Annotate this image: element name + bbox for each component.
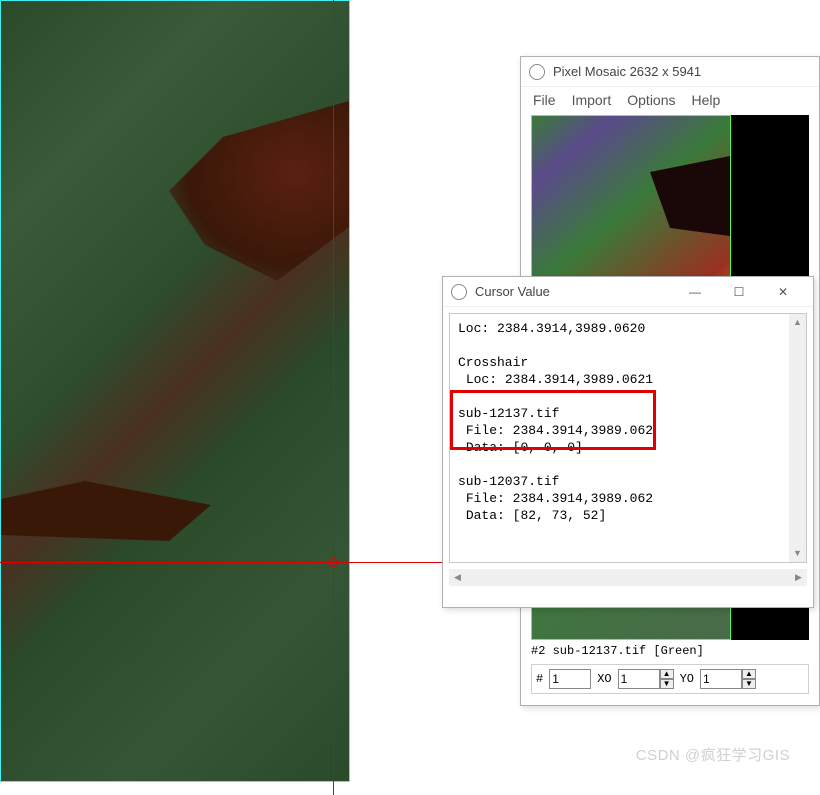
file1-data-label: Data: [466,440,505,455]
scroll-down-icon[interactable]: ▼ [789,545,806,562]
vertical-scrollbar[interactable]: ▲ ▼ [789,314,806,562]
watermark: CSDN @疯狂学习GIS [636,744,790,765]
app-icon [529,64,545,80]
mosaic-menubar: File Import Options Help [521,87,819,113]
hash-spinner[interactable] [549,669,591,689]
hash-label: # [536,672,543,686]
loc-label: Loc: [458,321,489,336]
file2-file-value: 2384.3914,3989.062 [513,491,653,506]
crosshair-loc-value: 2384.3914,3989.0621 [505,372,653,387]
file2-data-label: Data: [466,508,505,523]
main-image-viewport[interactable] [0,0,350,782]
menu-help[interactable]: Help [692,92,721,108]
crosshair-vertical [333,0,334,795]
app-icon [451,284,467,300]
yo-input[interactable] [700,669,742,689]
menu-file[interactable]: File [533,92,556,108]
menu-options[interactable]: Options [627,92,675,108]
mosaic-title: Pixel Mosaic 2632 x 5941 [553,64,701,79]
horizontal-scrollbar[interactable]: ◀ ▶ [449,569,807,586]
water-region [169,101,349,281]
xo-input[interactable] [618,669,660,689]
loc-value: 2384.3914,3989.0620 [497,321,645,336]
yo-spinner[interactable]: ▲▼ [700,669,756,689]
mosaic-info-line: #2 sub-12137.tif [Green] [531,644,809,658]
file1-name: sub-12137.tif [458,406,559,421]
file1-file-value: 2384.3914,3989.062 [513,423,653,438]
file2-name: sub-12037.tif [458,474,559,489]
window-controls: — ☐ ✕ [673,278,805,306]
down-arrow-icon[interactable]: ▼ [660,679,674,689]
minimize-button[interactable]: — [673,278,717,306]
scroll-left-icon[interactable]: ◀ [449,569,466,586]
maximize-button[interactable]: ☐ [717,278,761,306]
cursor-title: Cursor Value [475,284,550,299]
file1-file-label: File: [466,423,505,438]
scroll-right-icon[interactable]: ▶ [790,569,807,586]
scroll-up-icon[interactable]: ▲ [789,314,806,331]
mosaic-bottom-inputs: # XO ▲▼ YO ▲▼ [531,664,809,694]
menu-import[interactable]: Import [572,92,612,108]
file2-data-value: [82, 73, 52] [513,508,607,523]
hash-input[interactable] [549,669,591,689]
xo-label: XO [597,672,611,686]
crosshair-center [329,558,338,567]
yo-label: YO [680,672,694,686]
water-region-2 [1,481,211,541]
file1-data-value: [0, 0, 0] [513,440,583,455]
cursor-body: Loc: 2384.3914,3989.0620 Crosshair Loc: … [449,313,807,563]
cursor-value-window: Cursor Value — ☐ ✕ Loc: 2384.3914,3989.0… [442,276,814,608]
close-button[interactable]: ✕ [761,278,805,306]
xo-spinner[interactable]: ▲▼ [618,669,674,689]
cursor-titlebar[interactable]: Cursor Value — ☐ ✕ [443,277,813,307]
up-arrow-icon[interactable]: ▲ [660,669,674,679]
up-arrow-icon[interactable]: ▲ [742,669,756,679]
mosaic-titlebar[interactable]: Pixel Mosaic 2632 x 5941 [521,57,819,87]
dark-region [630,156,730,236]
crosshair-label: Crosshair [458,355,528,370]
file2-file-label: File: [466,491,505,506]
cursor-text-area[interactable]: Loc: 2384.3914,3989.0620 Crosshair Loc: … [450,314,789,562]
down-arrow-icon[interactable]: ▼ [742,679,756,689]
crosshair-loc-label: Loc: [466,372,497,387]
